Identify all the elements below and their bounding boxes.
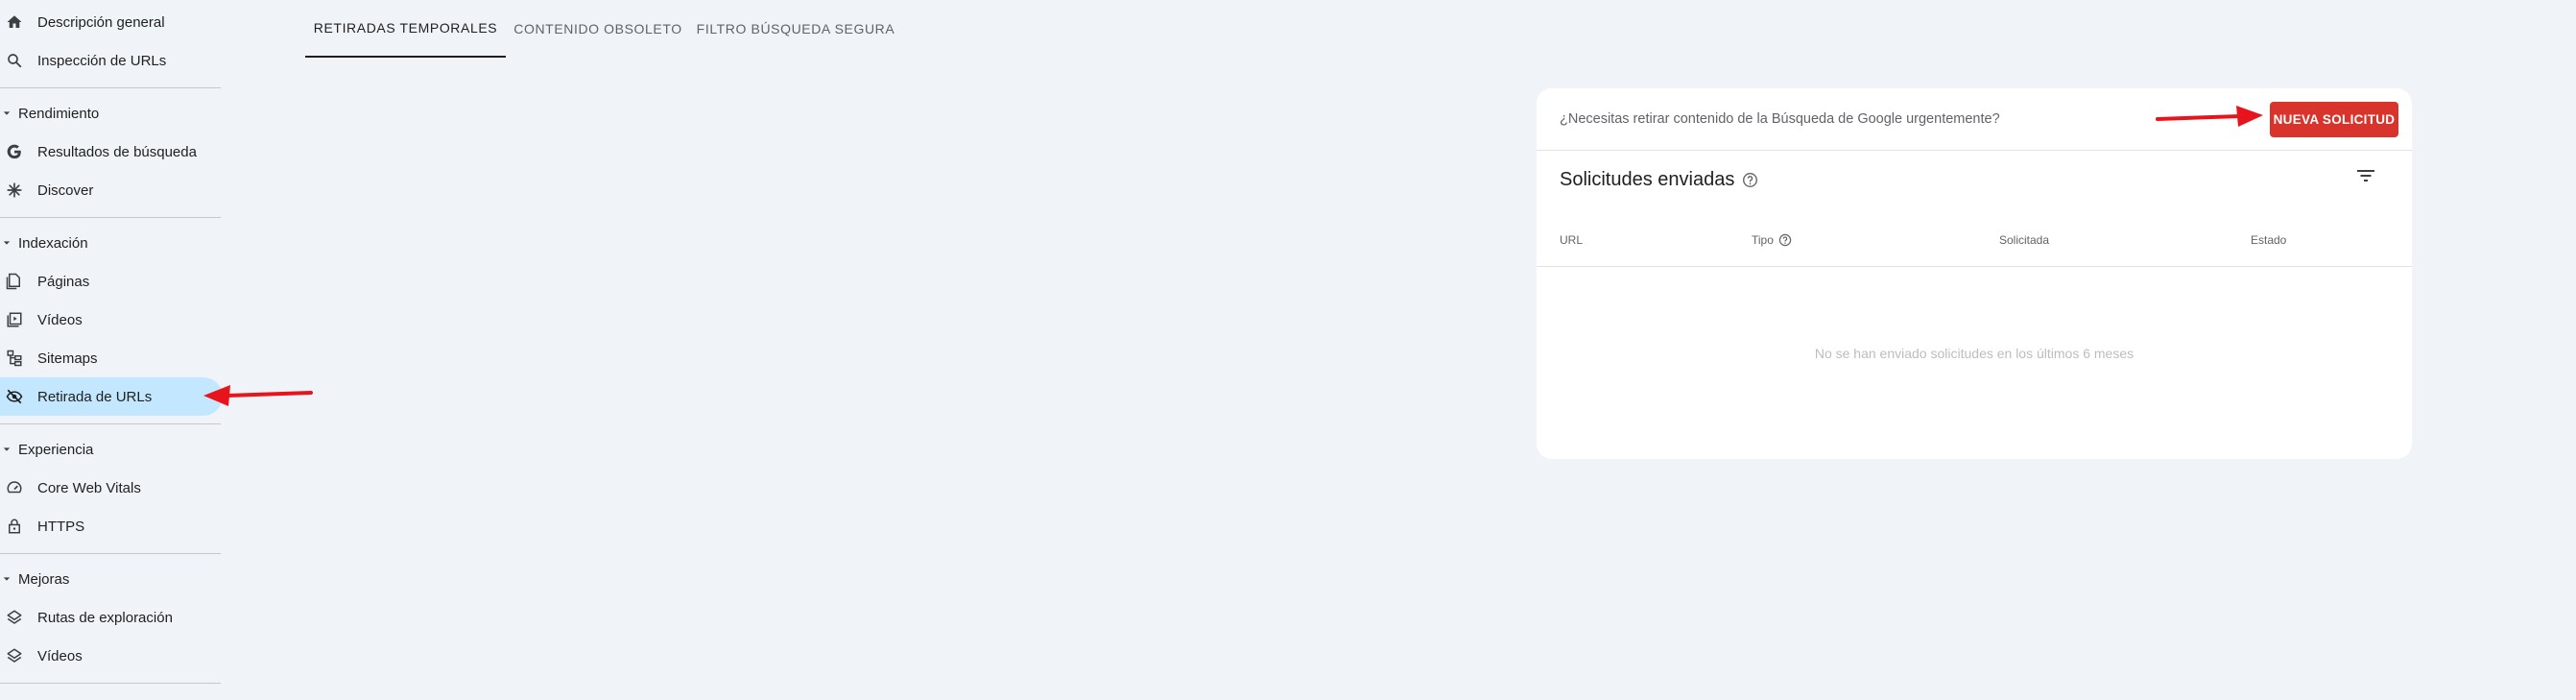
annotation-arrow-left (203, 385, 313, 406)
section-title: Experiencia (18, 441, 94, 458)
filter-icon[interactable] (2354, 165, 2377, 188)
column-header-type[interactable]: Tipo (1752, 230, 1792, 250)
layers-icon (5, 646, 24, 665)
sidebar-item-label: Vídeos (37, 311, 83, 328)
sidebar-item-pages[interactable]: Páginas (0, 262, 223, 301)
column-label: Estado (2251, 233, 2287, 247)
annotation-arrow-right (2156, 106, 2263, 127)
layers-icon (5, 608, 24, 627)
caret-down-icon (3, 111, 11, 115)
column-label: URL (1560, 233, 1584, 247)
eye-off-icon (5, 387, 24, 406)
sidebar-divider (0, 87, 221, 88)
column-header-url[interactable]: URL (1560, 230, 1583, 250)
sidebar-divider (0, 217, 221, 218)
urgent-removal-question: ¿Necesitas retirar contenido de la Búsqu… (1560, 111, 2000, 127)
sidebar-item-label: Vídeos (37, 647, 83, 664)
sidebar-divider (0, 683, 221, 684)
card-divider (1537, 150, 2412, 151)
sidebar-item-label: Core Web Vitals (37, 479, 141, 496)
submitted-requests-title: Solicitudes enviadas (1560, 165, 1758, 194)
column-header-requested[interactable]: Solicitada (1999, 230, 2049, 250)
caret-down-icon (3, 447, 11, 451)
section-title: Mejoras (18, 570, 70, 588)
section-experiencia[interactable]: Experiencia (0, 432, 223, 467)
video-pages-icon (5, 310, 24, 329)
section-indexacion[interactable]: Indexación (0, 226, 223, 260)
sidebar-item-sitemaps[interactable]: Sitemaps (0, 339, 223, 377)
sidebar-item-label: Retirada de URLs (37, 388, 153, 405)
sidebar-divider (0, 423, 221, 424)
tab-safesearch-filter[interactable]: FILTRO BÚSQUEDA SEGURA (690, 0, 901, 58)
sitemap-icon (5, 349, 24, 368)
help-icon[interactable] (1742, 172, 1758, 188)
sidebar-item-https[interactable]: HTTPS (0, 507, 223, 545)
lock-icon (5, 517, 24, 536)
sidebar-item-url-removals[interactable]: Retirada de URLs (0, 377, 223, 416)
help-icon[interactable] (1778, 233, 1792, 247)
speedometer-icon (5, 478, 24, 497)
table-header-divider (1537, 266, 2412, 267)
sidebar-item-label: Páginas (37, 273, 90, 290)
removals-card: ¿Necesitas retirar contenido de la Búsqu… (1537, 88, 2412, 459)
sidebar-item-label: HTTPS (37, 518, 85, 535)
search-console-removals-page: Descripción general Inspección de URLs R… (0, 0, 2576, 700)
sidebar-item-label: Sitemaps (37, 350, 98, 367)
column-header-status[interactable]: Estado (2251, 230, 2286, 250)
home-icon (5, 12, 24, 32)
sidebar-item-breadcrumbs[interactable]: Rutas de exploración (0, 598, 223, 637)
section-title: Indexación (18, 234, 88, 252)
caret-down-icon (3, 241, 11, 245)
caret-down-icon (3, 577, 11, 581)
sidebar-item-label: Rutas de exploración (37, 609, 173, 626)
tab-temporary-removals[interactable]: RETIRADAS TEMPORALES (305, 0, 506, 58)
sidebar-item-label: Discover (37, 181, 94, 199)
sidebar-item-core-web-vitals[interactable]: Core Web Vitals (0, 469, 223, 507)
tab-label: FILTRO BÚSQUEDA SEGURA (696, 21, 895, 36)
sidebar-divider (0, 553, 221, 554)
google-g-icon (5, 142, 24, 161)
sidebar-item-url-inspection[interactable]: Inspección de URLs (0, 41, 223, 80)
tab-label: RETIRADAS TEMPORALES (313, 20, 498, 36)
sidebar-item-label: Resultados de búsqueda (37, 143, 197, 160)
pages-icon (5, 272, 24, 291)
sidebar-item-search-results[interactable]: Resultados de búsqueda (0, 133, 223, 171)
column-label: Tipo (1752, 233, 1774, 247)
search-icon (5, 51, 24, 70)
new-request-button-label: NUEVA SOLICITUD (2273, 112, 2396, 127)
section-title: Rendimiento (18, 105, 100, 122)
sidebar-item-videos[interactable]: Vídeos (0, 301, 223, 339)
empty-state-message: No se han enviado solicitudes en los últ… (1814, 346, 2135, 361)
asterisk-icon (5, 181, 24, 200)
sidebar-item-video-enhancements[interactable]: Vídeos (0, 637, 223, 675)
sidebar-item-overview[interactable]: Descripción general (0, 3, 223, 41)
sidebar-item-label: Descripción general (37, 13, 165, 31)
card-title-text: Solicitudes enviadas (1560, 168, 1735, 190)
tab-outdated-content[interactable]: CONTENIDO OBSOLETO (506, 0, 690, 58)
section-mejoras[interactable]: Mejoras (0, 562, 223, 596)
sidebar-nav: Descripción general Inspección de URLs R… (0, 0, 223, 700)
sidebar-item-discover[interactable]: Discover (0, 171, 223, 209)
column-label: Solicitada (1999, 233, 2050, 247)
sidebar-item-label: Inspección de URLs (37, 52, 167, 69)
new-request-button[interactable]: NUEVA SOLICITUD (2270, 102, 2398, 137)
tab-label: CONTENIDO OBSOLETO (513, 21, 682, 36)
section-rendimiento[interactable]: Rendimiento (0, 96, 223, 131)
